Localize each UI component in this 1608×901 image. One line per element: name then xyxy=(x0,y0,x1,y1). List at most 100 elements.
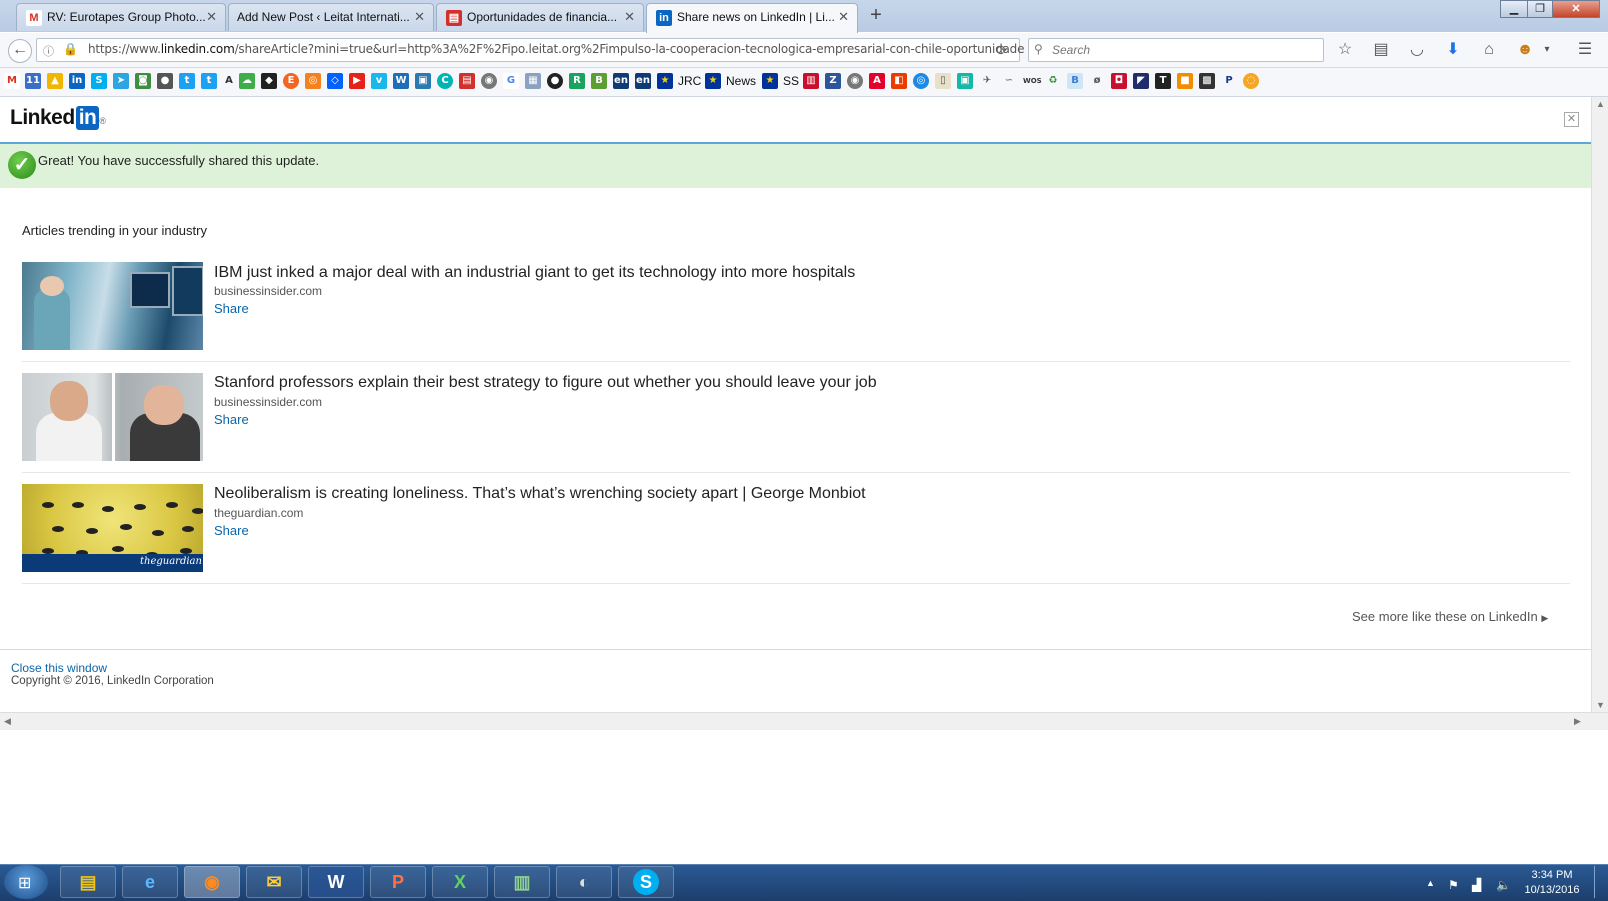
bookmark-android-icon[interactable]: ◙ xyxy=(135,73,151,89)
scroll-left-icon[interactable]: ◀ xyxy=(4,716,11,727)
minimize-button[interactable]: ▁ xyxy=(1500,0,1528,18)
bookmark-circle-icon[interactable]: ● xyxy=(547,73,563,89)
home-icon[interactable]: ⌂ xyxy=(1478,40,1500,60)
taskbar-firefox[interactable]: ◉ xyxy=(184,866,240,898)
bookmark-pattern-icon[interactable]: ▩ xyxy=(1199,73,1215,89)
bookmark-telegram-icon[interactable]: ➤ xyxy=(113,73,129,89)
bookmark-avatar-icon[interactable]: ● xyxy=(157,73,173,89)
scroll-up-icon[interactable]: ▲ xyxy=(1596,99,1605,109)
bookmark-a-icon[interactable]: A xyxy=(221,73,237,89)
new-tab-button[interactable]: + xyxy=(864,4,888,27)
see-more-link[interactable]: See more like these on LinkedIn ▶ xyxy=(1352,609,1548,624)
extension-icon[interactable]: ☻ xyxy=(1514,40,1536,60)
bookmark-globe-icon-2[interactable]: ◉ xyxy=(847,73,863,89)
article-thumbnail[interactable] xyxy=(22,373,203,461)
bookmark-doc-icon[interactable]: ◤ xyxy=(1133,73,1149,89)
bookmark-linkedin-icon[interactable]: in xyxy=(69,73,85,89)
url-text[interactable]: https://www.linkedin.com/shareArticle?mi… xyxy=(88,42,1024,56)
bookmark-o-icon[interactable]: ◌ xyxy=(1243,73,1259,89)
bookmark-red-icon[interactable]: ▤ xyxy=(459,73,475,89)
bookmark-twitter-icon[interactable]: t xyxy=(179,73,195,89)
bookmark-en-icon[interactable]: en xyxy=(613,73,629,89)
taskbar-word[interactable]: W xyxy=(308,866,364,898)
close-tab-icon[interactable]: ✕ xyxy=(624,4,635,30)
bookmark-office-icon[interactable]: ◧ xyxy=(891,73,907,89)
tab-add-new-post[interactable]: Add New Post ‹ Leitat Internati... ✕ xyxy=(228,3,434,31)
bookmark-plane-icon[interactable]: ✈ xyxy=(979,73,995,89)
article-share-link[interactable]: Share xyxy=(214,412,249,427)
back-button[interactable]: ← xyxy=(8,39,32,63)
bookmark-calendar-icon[interactable]: 11 xyxy=(25,73,41,89)
taskbar-internet-explorer[interactable]: e xyxy=(122,866,178,898)
bookmark-grid-icon[interactable]: ▦ xyxy=(525,73,541,89)
menu-icon[interactable]: ☰ xyxy=(1574,40,1596,60)
taskbar-mail[interactable]: ✉ xyxy=(246,866,302,898)
bookmark-vimeo-icon[interactable]: v xyxy=(371,73,387,89)
bookmark-eu-icon-3[interactable]: ★ xyxy=(762,73,778,89)
bookmark-bw-icon[interactable]: B xyxy=(591,73,607,89)
start-button[interactable]: ⊞ xyxy=(4,865,48,899)
article-title[interactable]: Neoliberalism is creating loneliness. Th… xyxy=(214,485,866,503)
tab-gmail[interactable]: M RV: Eurotapes Group Photo... ✕ xyxy=(16,3,226,31)
close-tab-icon[interactable]: ✕ xyxy=(206,4,217,30)
taskbar-explorer[interactable]: ▤ xyxy=(60,866,116,898)
taskbar-publisher[interactable]: ▥ xyxy=(494,866,550,898)
bookmark-z-icon[interactable]: Z xyxy=(825,73,841,89)
network-icon[interactable]: ▟ xyxy=(1472,878,1481,892)
horizontal-scrollbar[interactable]: ◀ ▶ xyxy=(0,712,1608,730)
bookmark-adobe-icon[interactable]: A xyxy=(869,73,885,89)
close-tab-icon[interactable]: ✕ xyxy=(838,4,849,30)
bookmark-c-icon[interactable]: C xyxy=(437,73,453,89)
bookmark-photo-icon[interactable]: ▣ xyxy=(415,73,431,89)
tab-linkedin-share[interactable]: in Share news on LinkedIn | Li... ✕ xyxy=(646,3,858,33)
bookmark-eu-icon-2[interactable]: ★ xyxy=(705,73,721,89)
reading-list-icon[interactable]: ▤ xyxy=(1370,40,1392,60)
tray-expand-icon[interactable]: ▲ xyxy=(1426,878,1435,888)
taskbar-powerpoint[interactable]: P xyxy=(370,866,426,898)
bookmark-recycle-icon[interactable]: ♻ xyxy=(1045,73,1061,89)
bookmark-e-icon[interactable]: E xyxy=(283,73,299,89)
bookmark-en-icon-2[interactable]: en xyxy=(635,73,651,89)
bookmark-skype-icon[interactable]: S xyxy=(91,73,107,89)
tab-oportunidades[interactable]: ▤ Oportunidades de financia... ✕ xyxy=(436,3,644,31)
article-thumbnail[interactable] xyxy=(22,262,203,350)
scroll-down-icon[interactable]: ▼ xyxy=(1596,700,1605,710)
article-share-link[interactable]: Share xyxy=(214,523,249,538)
bookmark-wos-icon[interactable]: WOS xyxy=(1023,73,1042,89)
bookmark-google-icon[interactable]: G xyxy=(503,73,519,89)
reload-icon[interactable]: ⟳ xyxy=(996,42,1008,59)
bookmark-news-label[interactable]: News xyxy=(726,74,756,88)
bookmark-orange-icon[interactable]: ◎ xyxy=(305,73,321,89)
article-title[interactable]: Stanford professors explain their best s… xyxy=(214,374,877,392)
downloads-icon[interactable]: ⬇ xyxy=(1442,40,1464,60)
bookmark-b-icon[interactable]: B xyxy=(1067,73,1083,89)
bookmark-twitter-icon-2[interactable]: t xyxy=(201,73,217,89)
bookmark-dark-icon[interactable]: ◆ xyxy=(261,73,277,89)
bookmark-target-icon[interactable]: ◎ xyxy=(913,73,929,89)
bookmark-orange-square-icon[interactable]: ■ xyxy=(1177,73,1193,89)
bookmark-leaf-icon[interactable]: ø xyxy=(1089,73,1105,89)
taskbar-gimp[interactable]: ◐ xyxy=(556,866,612,898)
window-close-button[interactable]: ✕ xyxy=(1552,0,1600,18)
bookmark-swoosh-icon[interactable]: ∽ xyxy=(1001,73,1017,89)
maximize-button[interactable]: ❐ xyxy=(1527,0,1553,18)
bookmark-stamp-icon[interactable]: ◘ xyxy=(1111,73,1127,89)
bookmark-globe-icon[interactable]: ◉ xyxy=(481,73,497,89)
bookmark-t-icon[interactable]: T xyxy=(1155,73,1171,89)
info-icon[interactable]: ⓘ xyxy=(43,43,54,59)
bookmark-teal-icon[interactable]: ▣ xyxy=(957,73,973,89)
bookmark-drive-icon[interactable]: ▲ xyxy=(47,73,63,89)
bookmark-chart-icon[interactable]: ▥ xyxy=(803,73,819,89)
bookmark-p-icon[interactable]: P xyxy=(1221,73,1237,89)
bookmark-bottle-icon[interactable]: ▯ xyxy=(935,73,951,89)
taskbar-clock[interactable]: 3:34 PM 10/13/2016 xyxy=(1522,868,1582,898)
article-title[interactable]: IBM just inked a major deal with an indu… xyxy=(214,264,855,282)
show-desktop-button[interactable] xyxy=(1594,866,1607,898)
bookmark-ss-label[interactable]: SS xyxy=(783,74,799,88)
pocket-icon[interactable]: ◡ xyxy=(1406,40,1428,60)
bookmark-youtube-icon[interactable]: ▶ xyxy=(349,73,365,89)
bookmark-gmail-icon[interactable]: M xyxy=(4,73,20,89)
close-tab-icon[interactable]: ✕ xyxy=(414,4,425,30)
article-thumbnail[interactable]: theguardian xyxy=(22,484,203,572)
scroll-right-icon[interactable]: ▶ xyxy=(1574,716,1581,727)
